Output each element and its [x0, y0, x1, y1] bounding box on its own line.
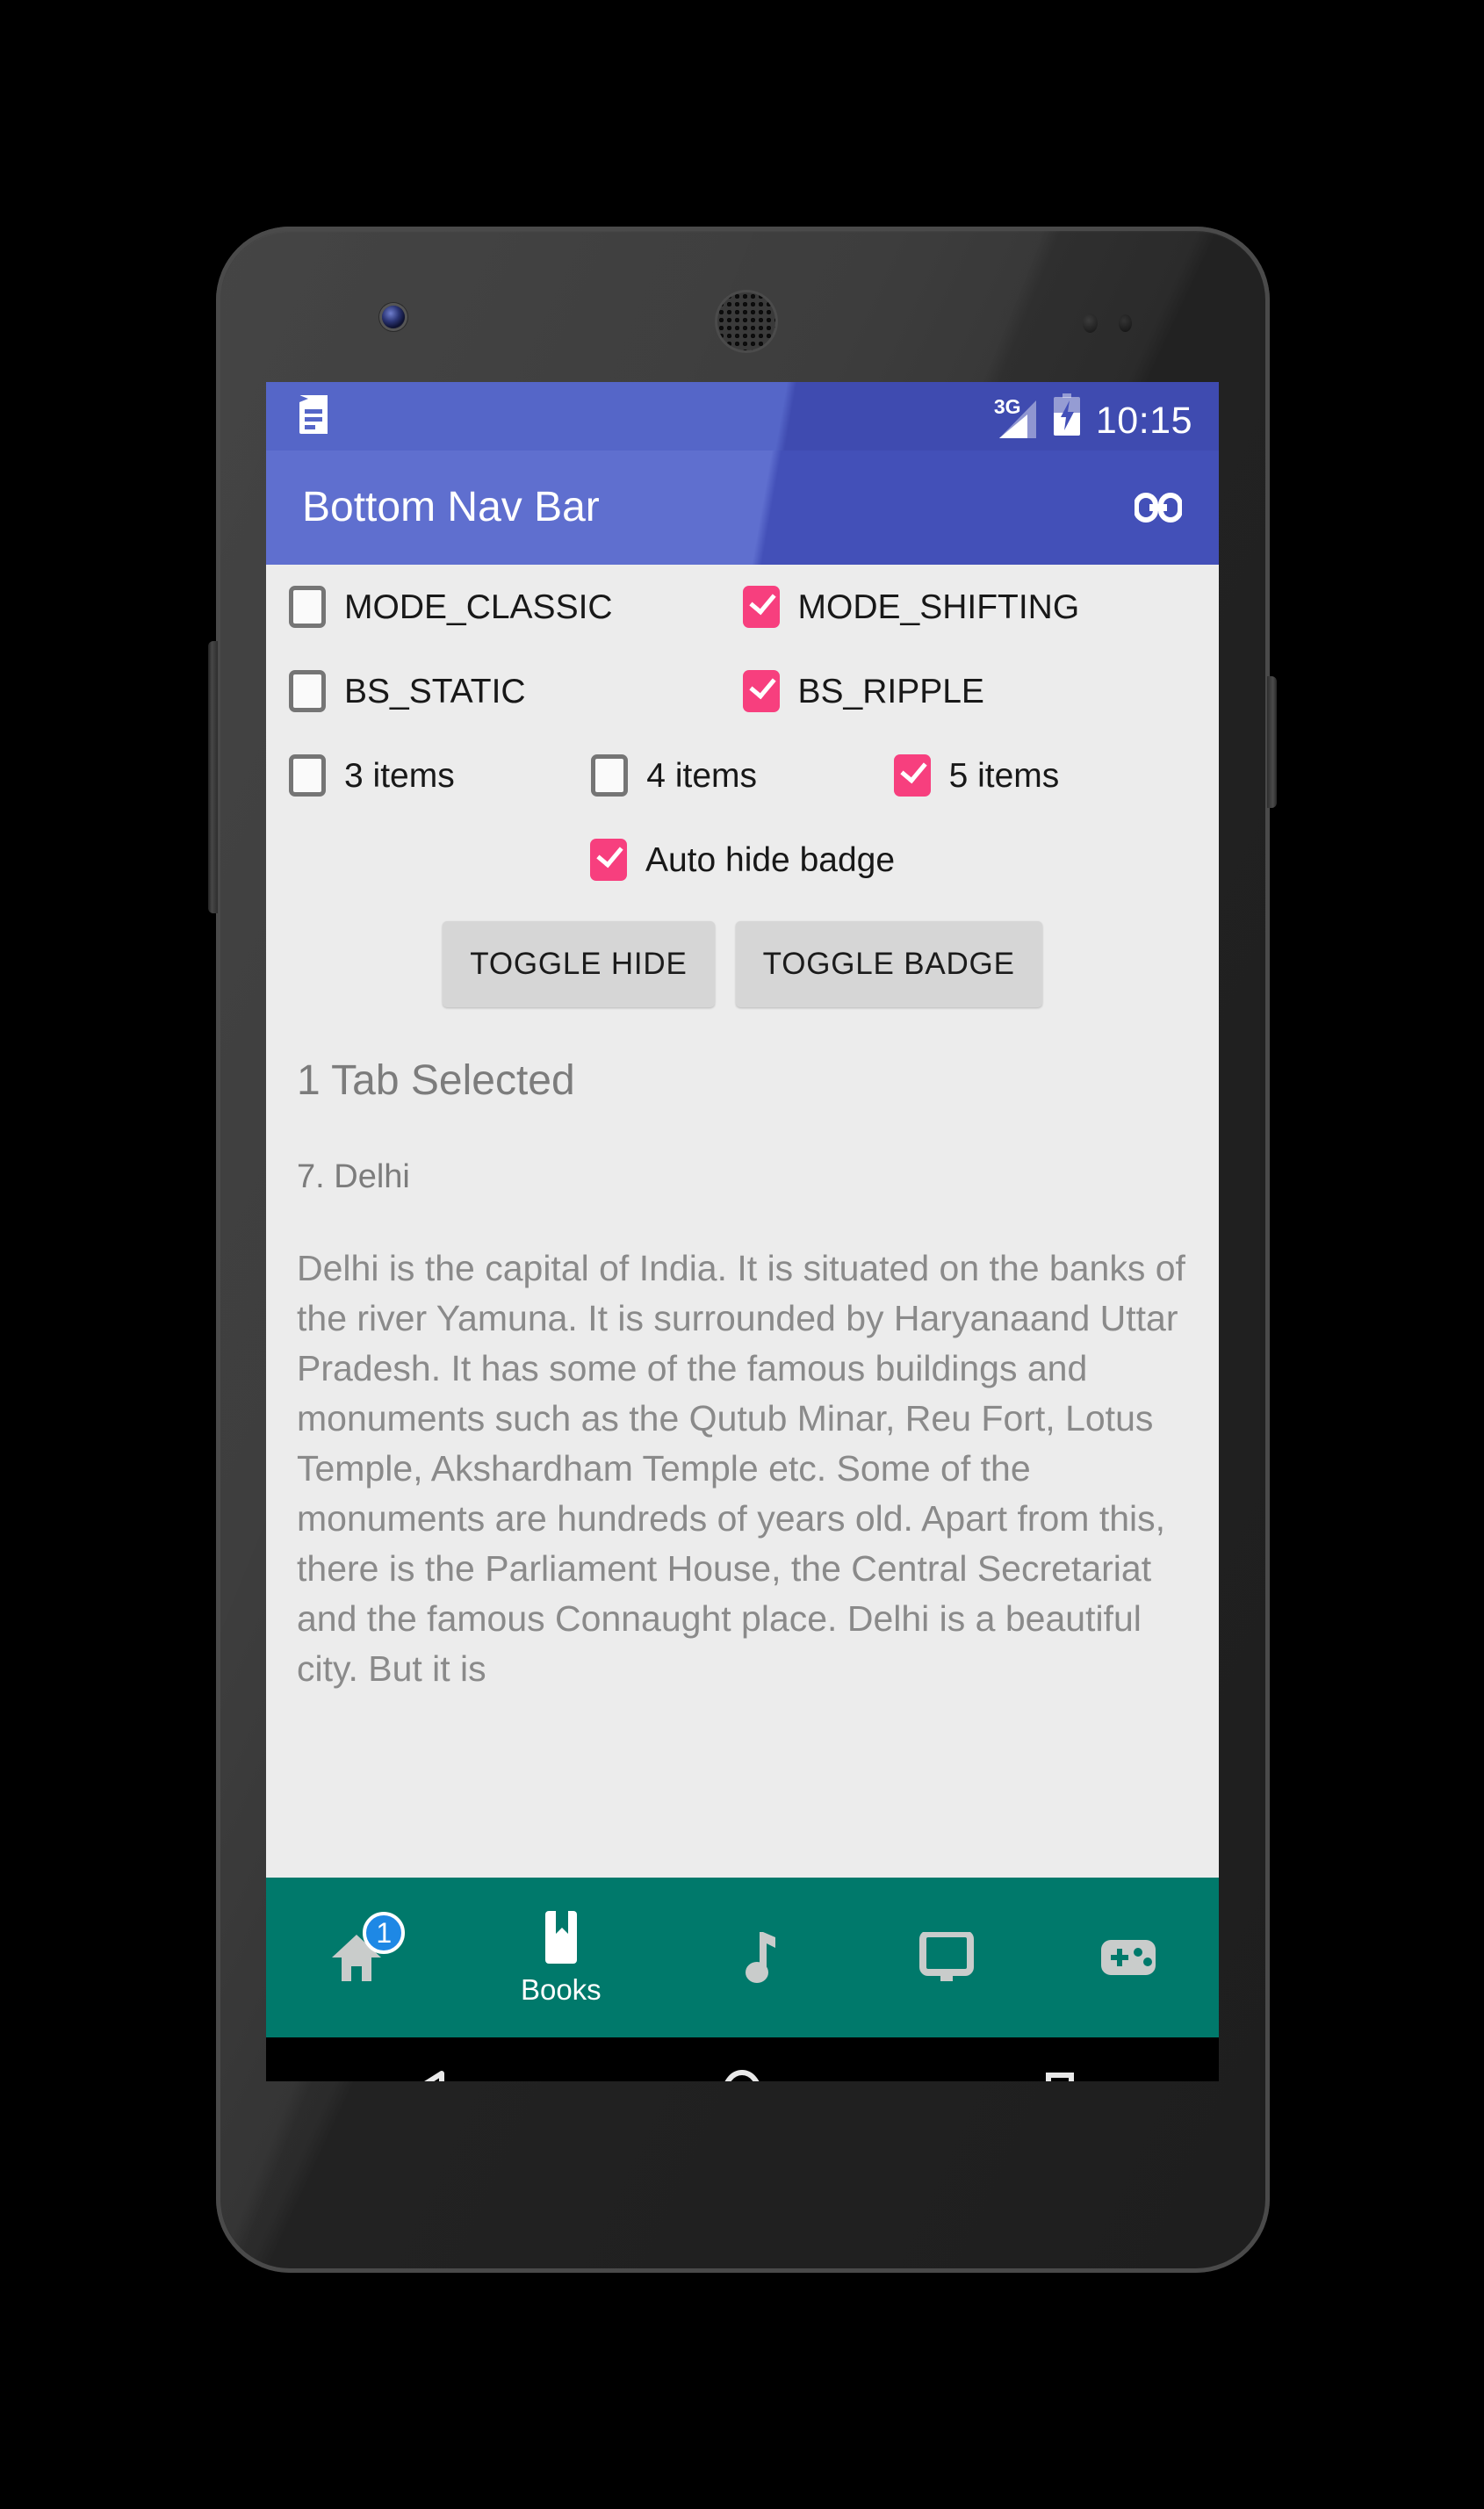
- checkbox-label: BS_RIPPLE: [797, 672, 984, 710]
- proximity-sensor-icon: [1083, 314, 1098, 333]
- bottom-nav-item-music[interactable]: [674, 1878, 856, 2037]
- ambient-light-sensor-icon: [1119, 314, 1132, 332]
- checkbox-label: MODE_SHIFTING: [797, 588, 1080, 626]
- signal-bars-icon: 3G: [994, 396, 1038, 440]
- checkbox-box-icon[interactable]: [591, 754, 629, 797]
- front-camera-icon: [382, 306, 405, 328]
- checkbox-label: 3 items: [344, 756, 455, 795]
- option-row-item-count: 3 items 4 items 5 items: [266, 733, 1219, 818]
- bottom-navigation-bar: 1 Books: [266, 1878, 1219, 2037]
- checkbox-label: 4 items: [646, 756, 757, 795]
- bottom-nav-item-games[interactable]: [1037, 1878, 1219, 2037]
- checkbox-auto-hide-badge[interactable]: Auto hide badge: [589, 839, 896, 881]
- checkbox-box-icon[interactable]: [289, 586, 326, 628]
- checkbox-checked-icon[interactable]: [742, 670, 780, 712]
- option-row-mode: MODE_CLASSIC MODE_SHIFTING: [266, 565, 1219, 649]
- checkbox-4-items[interactable]: 4 items: [591, 754, 893, 797]
- bottom-nav-item-home[interactable]: 1: [266, 1878, 448, 2037]
- gamepad-icon: [1099, 1936, 1157, 1979]
- checkbox-label: Auto hide badge: [645, 840, 896, 879]
- back-triangle-icon[interactable]: [359, 2037, 491, 2081]
- checkbox-mode-shifting[interactable]: MODE_SHIFTING: [742, 586, 1197, 628]
- checkbox-checked-icon[interactable]: [893, 754, 931, 797]
- option-row-bs: BS_STATIC BS_RIPPLE: [266, 649, 1219, 733]
- checkbox-5-items[interactable]: 5 items: [893, 754, 1196, 797]
- app-bar: Bottom Nav Bar: [266, 451, 1219, 565]
- scrollable-content[interactable]: MODE_CLASSIC MODE_SHIFTING BS_STATIC BS_…: [266, 565, 1219, 1878]
- checkbox-label: 5 items: [948, 756, 1060, 795]
- article-body-text: Delhi is the capital of India. It is sit…: [297, 1248, 1185, 1689]
- action-button-row: TOGGLE HIDE TOGGLE BADGE: [266, 921, 1219, 1007]
- earpiece-speaker-icon: [717, 292, 775, 350]
- toggle-hide-button[interactable]: TOGGLE HIDE: [443, 921, 715, 1007]
- home-circle-icon[interactable]: [676, 2037, 808, 2081]
- checkbox-box-icon[interactable]: [289, 754, 326, 797]
- checkbox-label: MODE_CLASSIC: [344, 588, 613, 626]
- bottom-nav-item-tv[interactable]: [856, 1878, 1038, 2037]
- document-notification-icon: [298, 394, 328, 438]
- android-system-navigation-bar: [266, 2037, 1219, 2081]
- toggle-badge-button[interactable]: TOGGLE BADGE: [735, 921, 1042, 1007]
- checkbox-bs-static[interactable]: BS_STATIC: [289, 670, 743, 712]
- status-bar-indicators: 3G 10:15: [994, 393, 1192, 442]
- battery-charging-icon: [1053, 393, 1081, 440]
- volume-button[interactable]: [208, 641, 218, 913]
- checkbox-checked-icon[interactable]: [589, 839, 627, 881]
- tv-monitor-icon: [919, 1932, 974, 1983]
- recents-square-icon[interactable]: [994, 2037, 1126, 2081]
- checkbox-3-items[interactable]: 3 items: [289, 754, 591, 797]
- bottom-nav-label: Books: [520, 1973, 602, 2006]
- checkbox-box-icon[interactable]: [289, 670, 326, 712]
- checkbox-label: BS_STATIC: [344, 672, 526, 710]
- option-row-auto-hide: Auto hide badge: [266, 818, 1219, 902]
- book-icon: [540, 1911, 582, 1964]
- checkbox-bs-ripple[interactable]: BS_RIPPLE: [742, 670, 1197, 712]
- link-icon[interactable]: [1135, 484, 1182, 531]
- phone-screen: 3G 10:15 Bottom Nav Bar MODE_CLASSIC MOD…: [266, 382, 1219, 2081]
- power-button[interactable]: [1267, 676, 1277, 808]
- tab-selected-status: 1 Tab Selected: [297, 1057, 575, 1104]
- music-note-icon: [746, 1930, 784, 1985]
- bottom-nav-item-books[interactable]: Books: [448, 1878, 674, 2037]
- checkbox-checked-icon[interactable]: [742, 586, 780, 628]
- article-heading: 7. Delhi: [297, 1158, 410, 1195]
- page-title: Bottom Nav Bar: [302, 484, 600, 530]
- status-bar: 3G 10:15: [266, 382, 1219, 451]
- status-bar-clock: 10:15: [1095, 399, 1192, 442]
- status-badge: 1: [363, 1912, 406, 1954]
- checkbox-mode-classic[interactable]: MODE_CLASSIC: [289, 586, 743, 628]
